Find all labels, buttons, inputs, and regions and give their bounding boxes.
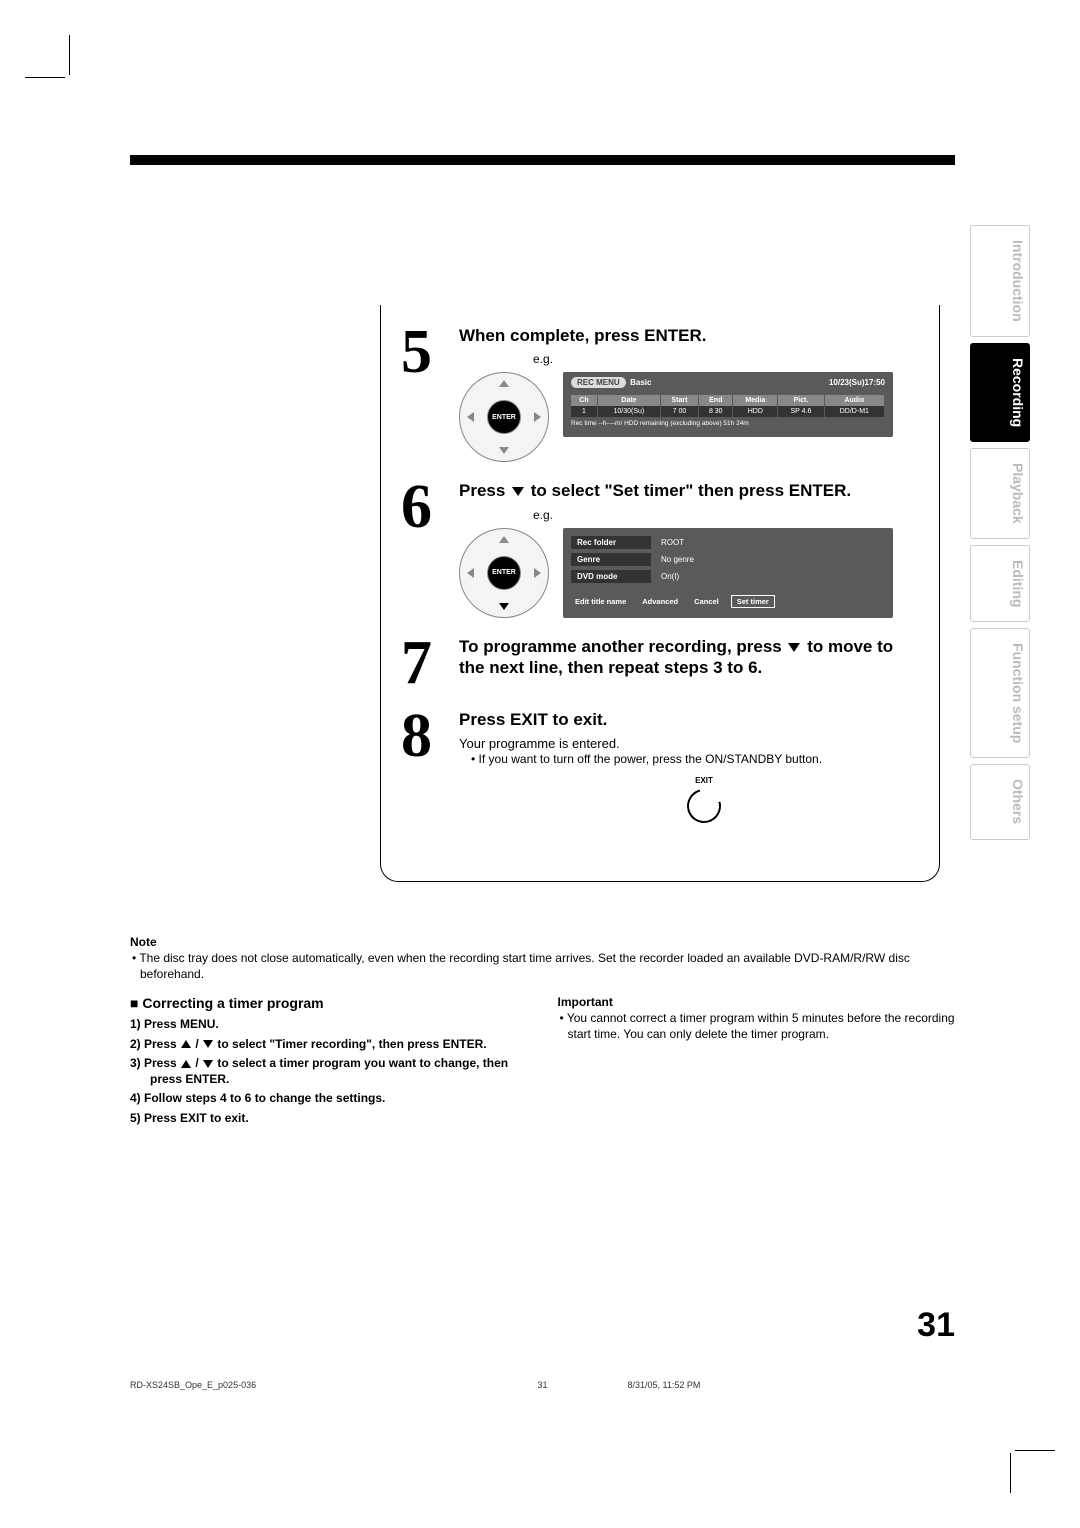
- step-6-title: Press to select "Set timer" then press E…: [459, 480, 919, 501]
- osd-table: ChDate StartEnd MediaPict. Audio 110/30(…: [571, 395, 885, 417]
- important-body: • You cannot correct a timer program wit…: [558, 1011, 956, 1042]
- correcting-heading: Correcting a timer program: [130, 995, 528, 1011]
- osd-datetime: 10/23(Su)17:50: [829, 378, 885, 387]
- steps-box: 5 When complete, press ENTER. e.g. ENTER…: [380, 305, 940, 882]
- up-arrow-icon: [181, 1040, 191, 1048]
- crop-mark: [1010, 1453, 1011, 1493]
- exit-button-graphic: EXIT: [489, 776, 919, 823]
- down-arrow-icon: [788, 643, 800, 652]
- crop-mark: [69, 35, 70, 75]
- correcting-step-5: 5) Press EXIT to exit.: [130, 1111, 528, 1127]
- step-7-title: To programme another recording, press to…: [459, 636, 919, 679]
- down-arrow-icon: [203, 1060, 213, 1068]
- tab-recording: Recording: [970, 343, 1030, 442]
- enter-button-icon: ENTER: [487, 400, 521, 434]
- correcting-step-1: 1) Press MENU.: [130, 1017, 528, 1033]
- crop-mark: [1015, 1450, 1055, 1451]
- tab-introduction: Introduction: [970, 225, 1030, 337]
- page: Introduction Recording Playback Editing …: [130, 155, 955, 1355]
- note-body: • The disc tray does not close automatic…: [130, 951, 955, 982]
- tab-others: Others: [970, 764, 1030, 839]
- step-number: 5: [401, 325, 447, 462]
- topbar: [130, 155, 955, 165]
- osd-rec-menu: REC MENU Basic 10/23(Su)17:50 ChDate Sta…: [563, 372, 893, 437]
- step-8-title: Press EXIT to exit.: [459, 709, 919, 730]
- tab-function-setup: Function setup: [970, 628, 1030, 758]
- osd-menu-label: REC MENU: [571, 377, 626, 388]
- up-arrow-icon: [181, 1060, 191, 1068]
- correcting-step-4: 4) Follow steps 4 to 6 to change the set…: [130, 1091, 528, 1107]
- step-number: 6: [401, 480, 447, 617]
- osd-settings: Rec folderROOT GenreNo genre DVD modeOn(…: [563, 528, 893, 618]
- exit-circle-icon: [681, 783, 727, 829]
- correcting-step-3: 3) Press / to select a timer program you…: [130, 1056, 528, 1087]
- step-8-bullet: • If you want to turn off the power, pre…: [471, 752, 919, 766]
- step-7: 7 To programme another recording, press …: [401, 636, 919, 692]
- enter-button-icon: ENTER: [487, 556, 521, 590]
- crop-mark: [25, 77, 65, 78]
- down-arrow-icon: [203, 1040, 213, 1048]
- eg-label: e.g.: [533, 352, 919, 366]
- tab-playback: Playback: [970, 448, 1030, 539]
- enter-pad-icon: ENTER: [459, 528, 549, 618]
- step-6: 6 Press to select "Set timer" then press…: [401, 480, 919, 617]
- set-timer-button: Set timer: [731, 595, 775, 608]
- osd-footer: Rec time --h----m/ HDD remaining (exclud…: [571, 420, 885, 427]
- down-arrow-icon: [512, 487, 524, 496]
- exit-label: EXIT: [695, 776, 713, 785]
- print-footer: RD-XS24SB_Ope_E_p025-036 31 8/31/05, 11:…: [130, 1380, 955, 1390]
- step-8-text: Your programme is entered.: [459, 735, 919, 753]
- important-heading: Important: [558, 995, 956, 1009]
- step-number: 7: [401, 636, 447, 692]
- note-heading: Note: [130, 935, 955, 949]
- correcting-step-2: 2) Press / to select "Timer recording", …: [130, 1037, 528, 1053]
- correcting-section: Correcting a timer program 1) Press MENU…: [130, 995, 955, 1131]
- footer-file: RD-XS24SB_Ope_E_p025-036: [130, 1380, 458, 1390]
- tab-editing: Editing: [970, 545, 1030, 622]
- note-section: Note • The disc tray does not close auto…: [130, 935, 955, 982]
- step-5-title: When complete, press ENTER.: [459, 325, 919, 346]
- enter-pad-icon: ENTER: [459, 372, 549, 462]
- osd-mode: Basic: [630, 378, 651, 387]
- footer-page: 31: [458, 1380, 628, 1390]
- step-8: 8 Press EXIT to exit. Your programme is …: [401, 709, 919, 823]
- step-number: 8: [401, 709, 447, 823]
- side-tabs: Introduction Recording Playback Editing …: [970, 225, 1030, 840]
- page-number: 31: [917, 1306, 955, 1345]
- eg-label: e.g.: [533, 508, 919, 522]
- step-5: 5 When complete, press ENTER. e.g. ENTER…: [401, 325, 919, 462]
- footer-date: 8/31/05, 11:52 PM: [628, 1380, 956, 1390]
